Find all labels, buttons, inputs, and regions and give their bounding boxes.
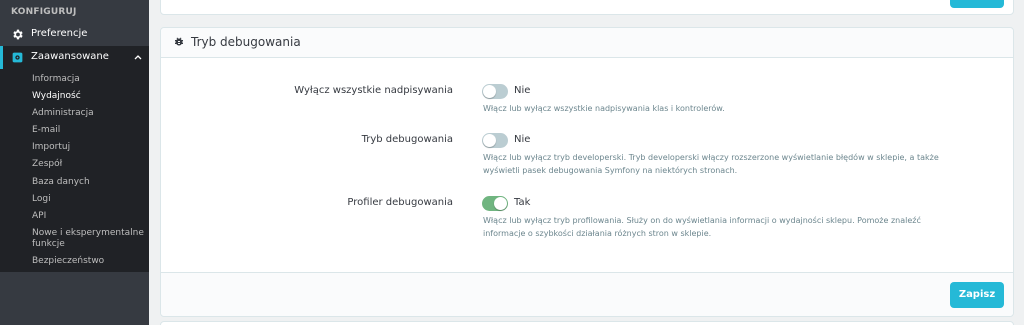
save-button[interactable]: Zapisz <box>950 282 1004 308</box>
submenu-item-administration[interactable]: Administracja <box>32 108 94 119</box>
submenu-item-security[interactable]: Bezpieczeństwo <box>32 256 104 267</box>
help-line: Włącz lub wyłącz tryb developerski. Tryb… <box>483 153 939 162</box>
submenu-item-api[interactable]: API <box>32 211 46 222</box>
submenu-item-new-experimental[interactable]: Nowe i eksperymentalne <box>32 228 144 239</box>
sidebar-item-advanced[interactable]: Zaawansowane <box>0 46 149 69</box>
submenu-item-information[interactable]: Informacja <box>32 74 80 85</box>
panel-title: Tryb debugowania <box>191 35 301 49</box>
previous-panel <box>160 0 1014 15</box>
submenu-item-new-experimental-line2[interactable]: funkcje <box>32 239 65 250</box>
toggle-state-text: Nie <box>514 134 531 145</box>
panel-header: Tryb debugowania <box>161 28 1013 58</box>
toggle-state-text: Tak <box>514 197 531 208</box>
settings-square-icon <box>12 52 23 63</box>
setting-label-debug-profiler: Profiler debugowania <box>347 197 453 208</box>
toggle-debug-profiler[interactable] <box>482 196 508 211</box>
previous-panel-save-button[interactable] <box>950 0 1004 8</box>
toggle-knob <box>483 85 496 98</box>
chevron-up-icon[interactable] <box>133 52 143 62</box>
sidebar-section-title: KONFIGURUJ <box>11 7 77 17</box>
submenu-item-team[interactable]: Zespół <box>32 159 62 170</box>
sidebar-item-label: Preferencje <box>31 28 88 39</box>
sidebar: KONFIGURUJ Preferencje Zaawansowane Info… <box>0 0 149 325</box>
setting-label-debug-mode: Tryb debugowania <box>361 134 453 145</box>
sidebar-item-label: Zaawansowane <box>31 51 109 62</box>
setting-label-disable-overrides: Wyłącz wszystkie nadpisywania <box>294 85 453 96</box>
help-line: wyświetli pasek debugowania Symfony na n… <box>483 166 738 175</box>
toggle-disable-overrides[interactable] <box>482 84 508 99</box>
submenu-item-import[interactable]: Importuj <box>32 142 70 153</box>
setting-help-text: Włącz lub wyłącz tryb profilowania. Służ… <box>483 214 943 240</box>
toggle-knob <box>483 134 496 147</box>
setting-help-text: Włącz lub wyłącz tryb developerski. Tryb… <box>483 151 943 177</box>
debug-mode-panel: Tryb debugowania Wyłącz wszystkie nadpis… <box>160 27 1014 317</box>
toggle-state-text: Nie <box>514 85 531 96</box>
toggle-debug-mode[interactable] <box>482 133 508 148</box>
help-line: informacje o szybkości działania różnych… <box>483 229 712 238</box>
bug-icon <box>175 37 183 46</box>
setting-help-text: Włącz lub wyłącz wszystkie nadpisywania … <box>483 102 943 115</box>
submenu-item-logs[interactable]: Logi <box>32 194 51 205</box>
panel-footer: Zapisz <box>161 272 1013 316</box>
submenu-item-performance[interactable]: Wydajność <box>32 91 81 102</box>
sidebar-submenu: Informacja Wydajność Administracja E-mai… <box>0 69 149 272</box>
submenu-item-database[interactable]: Baza danych <box>32 177 90 188</box>
gear-icon <box>13 29 23 40</box>
active-indicator <box>0 46 3 69</box>
next-panel <box>160 321 1014 325</box>
toggle-knob <box>494 197 507 210</box>
submenu-item-email[interactable]: E-mail <box>32 125 60 136</box>
sidebar-item-preferences[interactable]: Preferencje <box>0 23 149 46</box>
help-line: Włącz lub wyłącz wszystkie nadpisywania … <box>483 104 725 113</box>
help-line: Włącz lub wyłącz tryb profilowania. Służ… <box>483 216 921 225</box>
